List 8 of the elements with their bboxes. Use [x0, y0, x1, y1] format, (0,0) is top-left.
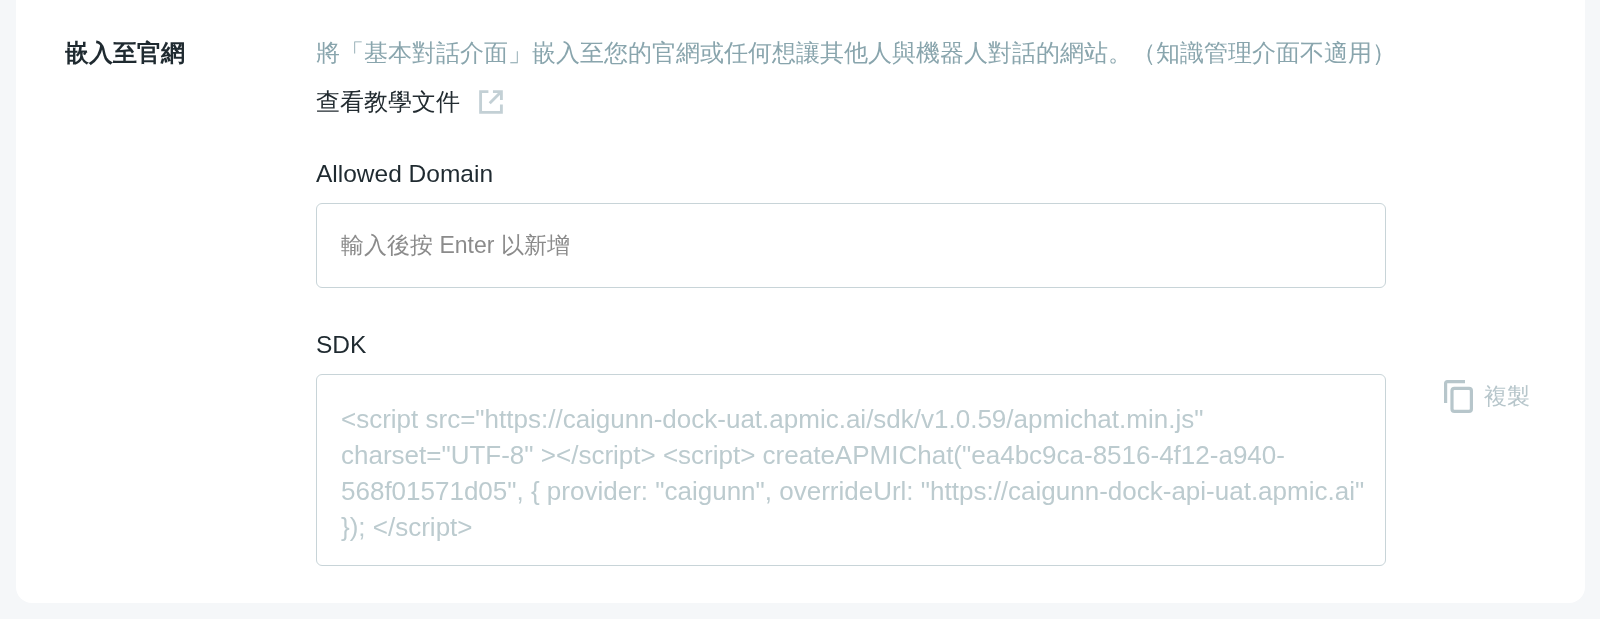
field-label: Allowed Domain — [316, 159, 494, 189]
section-description: 將「基本對話介面」嵌入至您的官網或任何想讓其他人與機器人對話的網站。（知識管理介面不適用） — [316, 39, 1396, 68]
tutorial-link[interactable]: 查看教學文件 — [316, 86, 504, 118]
section-title: 嵌入至官網 — [65, 39, 186, 68]
field-label: SDK — [316, 330, 367, 360]
domain-input[interactable]: 輸入後按 Enter 以新增 — [316, 203, 1386, 288]
external-link-icon — [478, 89, 504, 115]
copy-icon — [1444, 380, 1473, 413]
